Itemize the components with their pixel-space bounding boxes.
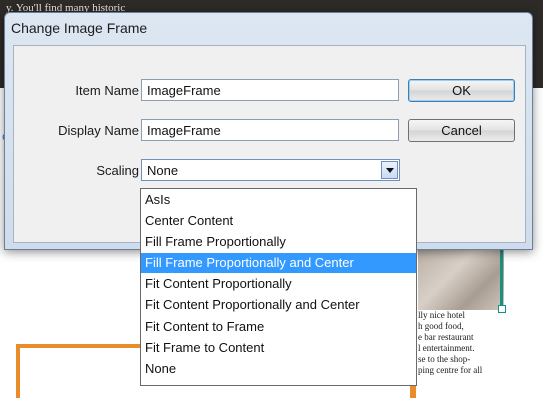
chevron-down-icon[interactable] [381, 161, 398, 179]
dropdown-option-asis[interactable]: AsIs [141, 190, 416, 210]
article-line: lly nice hotel [418, 310, 465, 320]
cancel-button[interactable]: Cancel [408, 119, 515, 142]
dialog-title: Change Image Frame [11, 20, 148, 36]
item-name-input[interactable]: ImageFrame [141, 79, 399, 101]
article-line: h good food, [418, 321, 464, 331]
dropdown-option-fill-frame-proportionally[interactable]: Fill Frame Proportionally [141, 232, 416, 252]
article-line: e bar restaurant [418, 332, 474, 342]
dropdown-option-fill-frame-proportionally-and-center[interactable]: Fill Frame Proportionally and Center [141, 253, 416, 273]
orange-frame-top [16, 344, 140, 348]
display-name-input[interactable]: ImageFrame [141, 119, 399, 141]
dropdown-option-fit-content-to-frame[interactable]: Fit Content to Frame [141, 317, 416, 337]
background-article-text: lly nice hotel h good food, e bar restau… [418, 310, 508, 376]
dropdown-option-center-content[interactable]: Center Content [141, 211, 416, 231]
dropdown-option-fit-frame-to-content[interactable]: Fit Frame to Content [141, 338, 416, 358]
scaling-label: Scaling [96, 163, 139, 178]
scaling-dropdown-list: AsIs Center Content Fill Frame Proportio… [140, 188, 417, 386]
ok-button[interactable]: OK [408, 79, 515, 102]
article-line: se to the shop- [418, 354, 471, 364]
display-name-label: Display Name [58, 123, 139, 138]
background-frame-border [500, 248, 503, 310]
article-line: l entertainment. [418, 343, 475, 353]
dropdown-option-none[interactable]: None [141, 359, 416, 379]
article-line: ping centre for all [418, 365, 483, 375]
scaling-selected-value: None [147, 163, 179, 178]
dropdown-option-fit-content-proportionally-and-center[interactable]: Fit Content Proportionally and Center [141, 295, 416, 315]
scaling-select[interactable]: None [141, 159, 400, 181]
item-name-label: Item Name [75, 83, 139, 98]
background-photo [418, 248, 504, 310]
dropdown-option-fit-content-proportionally[interactable]: Fit Content Proportionally [141, 274, 416, 294]
orange-frame-left [16, 344, 20, 398]
